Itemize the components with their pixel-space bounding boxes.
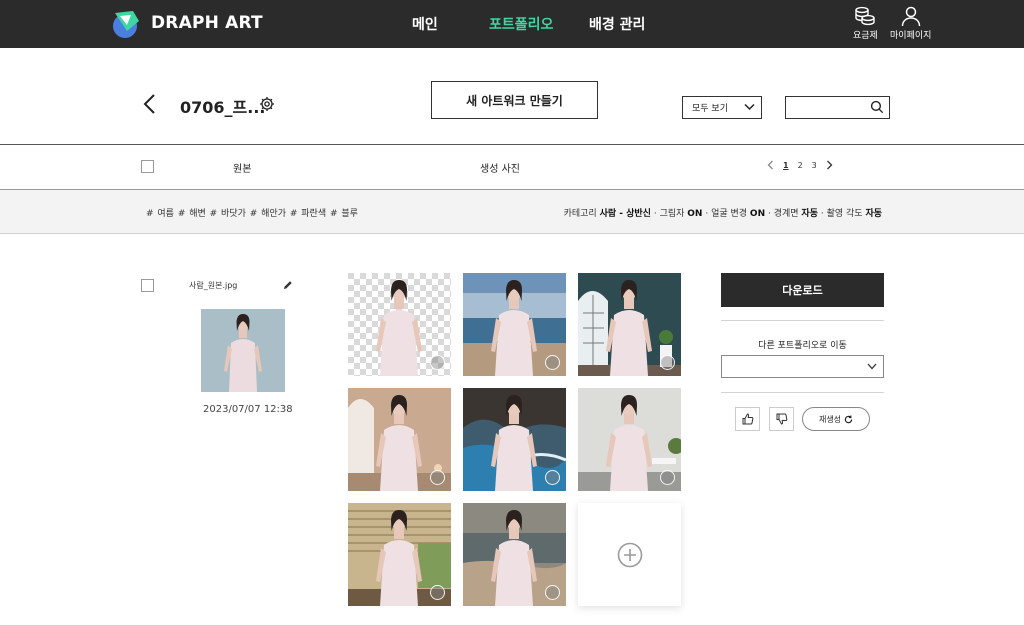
generated-image-4[interactable] (348, 388, 451, 491)
select-circle[interactable] (660, 355, 675, 370)
select-circle[interactable] (545, 470, 560, 485)
page-1[interactable]: 1 (783, 161, 789, 170)
thumbs-up-icon (742, 413, 753, 425)
hashtag-list: # 여름 # 해변 # 바닷가 # 해안가 # 파란색 # 블루 (146, 209, 358, 219)
nav-portfolio[interactable]: 포트폴리오 (489, 14, 553, 34)
thumbs-down-icon (776, 413, 787, 425)
pagination: 1 2 3 (767, 160, 833, 170)
original-filename: 사람_원본.jpg (189, 281, 238, 290)
generation-options: 카테고리 사람 - 상반신 · 그림자 ON · 얼굴 변경 ON · 경계면 … (563, 209, 882, 219)
gear-icon[interactable] (259, 96, 275, 112)
generated-column-label: 생성 사진 (480, 164, 520, 175)
mypage-label: 마이페이지 (890, 31, 932, 41)
chevron-left-icon[interactable] (767, 160, 774, 170)
select-circle[interactable] (660, 470, 675, 485)
search-input[interactable] (790, 99, 870, 120)
generated-image-1[interactable] (348, 273, 451, 376)
regenerate-button[interactable]: 재생성 (802, 407, 870, 431)
brand-logo[interactable]: DRAPH ART (111, 7, 263, 39)
plus-circle-icon (617, 542, 642, 567)
original-column-label: 원본 (233, 164, 252, 175)
angle-value: 자동 (865, 209, 882, 219)
like-button[interactable] (735, 407, 760, 431)
generated-image-7[interactable] (348, 503, 451, 606)
face-change-label: 얼굴 변경 (711, 209, 748, 219)
original-image[interactable] (201, 309, 285, 392)
move-portfolio-label: 다른 포트폴리오로 이동 (758, 341, 847, 351)
regenerate-label: 재생성 (818, 414, 842, 424)
select-circle[interactable] (545, 355, 560, 370)
chevron-down-icon (744, 103, 755, 111)
generated-image-8[interactable] (463, 503, 566, 606)
new-artwork-button[interactable]: 새 아트워크 만들기 (431, 81, 598, 119)
divider (0, 144, 1024, 145)
download-button[interactable]: 다운로드 (721, 273, 884, 307)
back-arrow-icon[interactable] (140, 93, 160, 115)
mypage-button[interactable]: 마이페이지 (890, 4, 931, 41)
pricing-label: 요금제 (853, 31, 878, 41)
shadow-label: 그림자 (659, 209, 685, 219)
move-portfolio-select[interactable] (721, 355, 884, 378)
pencil-icon[interactable] (283, 280, 293, 290)
divider (721, 320, 884, 321)
chevron-right-icon[interactable] (826, 160, 833, 170)
generated-image-6[interactable] (578, 388, 681, 491)
draph-logo-icon (113, 11, 139, 38)
category-value: 사람 - 상반신 (599, 209, 651, 219)
angle-label: 촬영 각도 (826, 209, 863, 219)
view-filter-select[interactable]: 모두 보기 (682, 96, 762, 119)
nav-main[interactable]: 메인 (412, 14, 438, 34)
search-box (785, 96, 890, 120)
page-2[interactable]: 2 (798, 161, 803, 170)
chevron-down-icon (867, 363, 877, 370)
nav-background-manage[interactable]: 배경 관리 (589, 14, 645, 34)
generated-image-2[interactable] (463, 273, 566, 376)
page-3[interactable]: 3 (812, 161, 817, 170)
top-nav-bar: DRAPH ART 메인 포트폴리오 배경 관리 요금제 마이페이지 (0, 0, 1024, 48)
original-date: 2023/07/07 12:38 (203, 404, 293, 415)
border-label: 경계면 (773, 209, 799, 219)
category-label: 카테고리 (563, 209, 597, 219)
select-circle[interactable] (430, 470, 445, 485)
portfolio-title: 0706_프... (180, 98, 266, 117)
row-select-checkbox[interactable] (141, 279, 154, 292)
shadow-value: ON (687, 209, 703, 219)
refresh-icon (844, 415, 853, 423)
coins-icon (855, 6, 876, 26)
pricing-button[interactable]: 요금제 (853, 4, 878, 41)
face-change-value: ON (749, 209, 766, 219)
divider (721, 392, 884, 393)
divider (0, 233, 1024, 234)
select-circle[interactable] (430, 585, 445, 600)
person-figure (201, 309, 285, 392)
select-all-checkbox[interactable] (141, 160, 154, 173)
view-filter-value: 모두 보기 (692, 104, 728, 114)
select-circle[interactable] (545, 585, 560, 600)
user-icon (901, 6, 920, 27)
add-image-button[interactable] (578, 503, 681, 606)
dislike-button[interactable] (769, 407, 794, 431)
border-value: 자동 (801, 209, 818, 219)
select-circle[interactable] (430, 355, 445, 370)
search-icon[interactable] (870, 100, 884, 114)
generated-image-3[interactable] (578, 273, 681, 376)
brand-name: DRAPH ART (151, 13, 263, 33)
generated-image-5[interactable] (463, 388, 566, 491)
